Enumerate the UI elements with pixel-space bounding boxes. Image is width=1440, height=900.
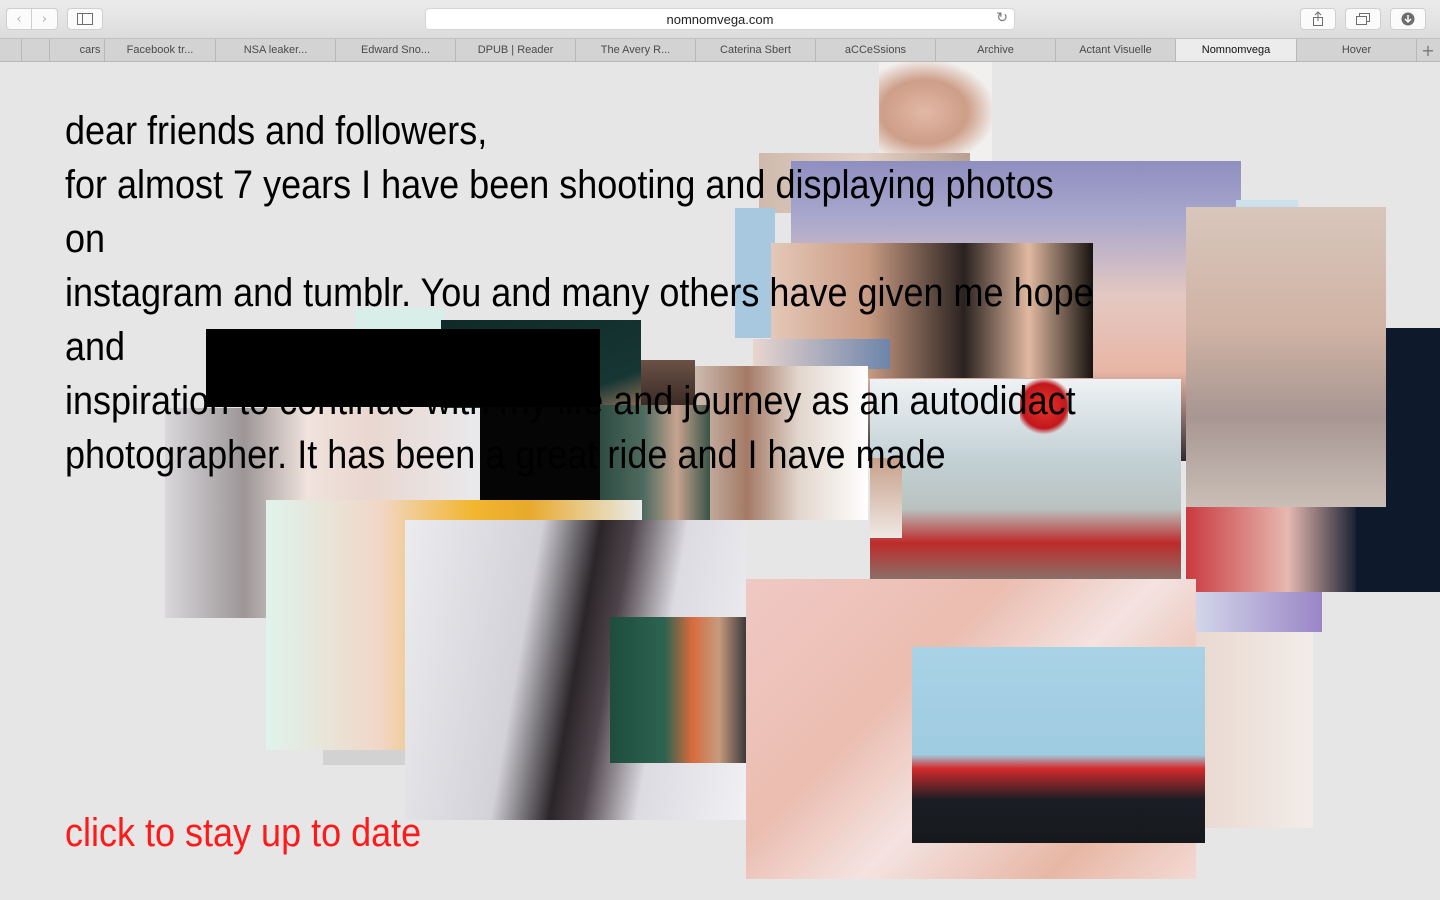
letter-line: for almost 7 years I have been shooting … <box>65 163 1054 261</box>
browser-toolbar: ‹ › nomnomvega.com ↻ <box>0 0 1440 39</box>
photo-green-tufted-wall[interactable] <box>610 617 746 763</box>
chevron-left-icon: ‹ <box>16 11 22 27</box>
download-icon <box>1401 12 1415 26</box>
photo-fishnet-back[interactable] <box>1186 207 1386 507</box>
forward-button[interactable]: › <box>32 8 58 30</box>
tab-edward-snowden[interactable]: Edward Sno... <box>336 39 456 61</box>
address-bar[interactable]: nomnomvega.com ↻ <box>425 8 1015 30</box>
tab-facebook[interactable]: Facebook tr... <box>105 39 216 61</box>
tab-pinned-2[interactable] <box>22 39 50 61</box>
chevron-right-icon: › <box>41 11 48 27</box>
tab-accessions[interactable]: aCCeSsions <box>816 39 936 61</box>
tab-archive[interactable]: Archive <box>936 39 1056 61</box>
new-tab-button[interactable]: + <box>1416 39 1440 61</box>
tab-caterina-sbert[interactable]: Caterina Sbert <box>696 39 816 61</box>
sidebar-icon <box>77 13 93 25</box>
tab-bar: cars Facebook tr... NSA leaker... Edward… <box>0 39 1440 62</box>
back-button[interactable]: ‹ <box>6 8 32 30</box>
photo-black-overlay[interactable] <box>206 329 600 407</box>
tab-avery-review[interactable]: The Avery R... <box>576 39 696 61</box>
letter-text: dear friends and followers, for almost 7… <box>65 104 1100 482</box>
tab-dpub-reader[interactable]: DPUB | Reader <box>456 39 576 61</box>
share-button[interactable] <box>1300 8 1336 30</box>
url-text: nomnomvega.com <box>666 11 774 27</box>
plus-icon: + <box>1421 40 1435 60</box>
reload-icon[interactable]: ↻ <box>996 10 1008 26</box>
stay-updated-link[interactable]: click to stay up to date <box>65 806 421 860</box>
sidebar-toggle-button[interactable] <box>67 8 103 30</box>
tab-actant-visuelle[interactable]: Actant Visuelle <box>1056 39 1176 61</box>
downloads-button[interactable] <box>1390 8 1426 30</box>
share-icon <box>1313 11 1323 26</box>
photo-red-sweater-couch[interactable] <box>912 647 1205 843</box>
photo-lilac-sheet[interactable] <box>1196 592 1322 632</box>
letter-greeting: dear friends and followers, <box>65 109 488 153</box>
tab-hover[interactable]: Hover <box>1297 39 1417 61</box>
tab-cars[interactable]: cars <box>50 39 105 61</box>
photo-red-lying-woman[interactable] <box>1186 507 1356 592</box>
photo-pale-leg-right[interactable] <box>1196 632 1313 828</box>
show-all-tabs-button[interactable] <box>1345 8 1381 30</box>
tab-nsa-leaker[interactable]: NSA leaker... <box>216 39 336 61</box>
tab-nomnomvega[interactable]: Nomnomvega <box>1176 39 1297 61</box>
tab-pinned-1[interactable] <box>0 39 22 61</box>
letter-line: photographer. It has been a great ride a… <box>65 433 946 477</box>
tabs-overview-icon <box>1356 13 1370 25</box>
